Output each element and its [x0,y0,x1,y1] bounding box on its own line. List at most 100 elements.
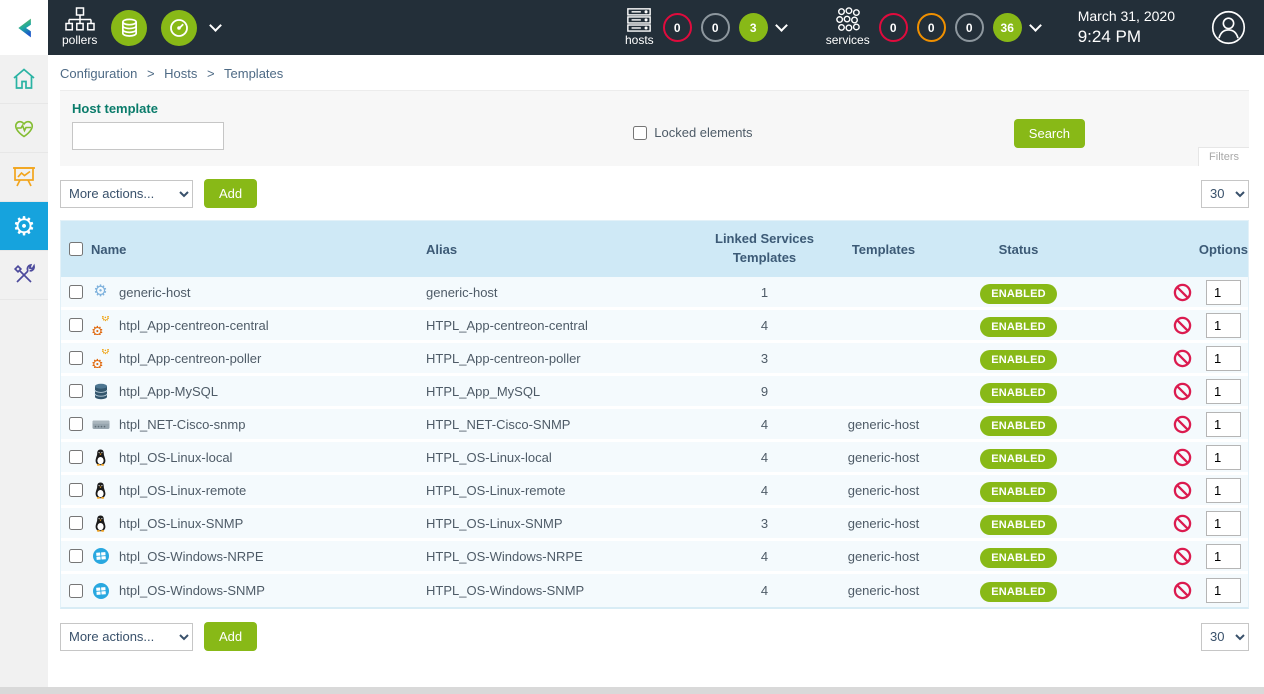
options-count-input[interactable] [1206,544,1241,569]
row-name-link[interactable]: htpl_OS-Linux-remote [119,483,246,498]
row-alias: HTPL_OS-Linux-remote [426,483,698,498]
more-actions-select[interactable]: More actions... [60,180,193,208]
latency-gauge-button[interactable] [161,10,197,46]
pollers-menu[interactable]: pollers [62,7,97,47]
host-template-label: Host template [72,101,372,116]
hosts-counter-badge[interactable]: 0 [663,13,692,42]
disable-icon[interactable] [1173,514,1192,533]
row-name-link[interactable]: htpl_NET-Cisco-snmp [119,417,245,432]
hosts-label: hosts [625,34,654,47]
disable-icon[interactable] [1173,382,1192,401]
disable-icon[interactable] [1173,415,1192,434]
breadcrumb-hosts[interactable]: Hosts [164,66,197,81]
disable-icon[interactable] [1173,349,1192,368]
services-chevron-down-icon[interactable] [1029,19,1042,32]
row-checkbox[interactable] [69,417,83,431]
disable-icon[interactable] [1173,547,1192,566]
column-header-status[interactable]: Status [936,238,1101,261]
gears-orange-icon: ⚙⚙ [91,349,110,368]
table-row: htpl_App-MySQLHTPL_App_MySQL9ENABLED [61,376,1248,409]
hosts-counter-badge[interactable]: 0 [701,13,730,42]
tools-icon [11,262,37,288]
options-count-input[interactable] [1206,511,1241,536]
select-all-checkbox[interactable] [69,242,83,256]
home-icon [11,66,37,92]
add-button-bottom[interactable]: Add [204,622,257,651]
row-name-link[interactable]: htpl_App-centreon-poller [119,351,261,366]
column-header-options[interactable]: Options [1101,238,1248,261]
sidebar-item-monitoring[interactable] [0,104,48,153]
hosts-chevron-down-icon[interactable] [775,19,788,32]
options-count-input[interactable] [1206,280,1241,305]
disable-icon[interactable] [1173,481,1192,500]
row-checkbox[interactable] [69,285,83,299]
services-counter-badge[interactable]: 0 [955,13,984,42]
row-name-link[interactable]: htpl_OS-Linux-SNMP [119,516,243,531]
status-badge: ENABLED [980,482,1057,502]
options-count-input[interactable] [1206,445,1241,470]
centreon-logo[interactable] [0,0,48,55]
row-checkbox[interactable] [69,351,83,365]
column-header-alias[interactable]: Alias [426,238,698,261]
options-count-input[interactable] [1206,578,1241,603]
add-button[interactable]: Add [204,179,257,208]
host-template-input[interactable] [72,122,224,150]
row-checkbox[interactable] [69,483,83,497]
search-group: Search [1014,119,1085,148]
row-checkbox[interactable] [69,584,83,598]
row-checkbox[interactable] [69,318,83,332]
sidebar-item-reporting[interactable] [0,153,48,202]
row-name-link[interactable]: htpl_App-MySQL [119,384,218,399]
sidebar-item-administration[interactable] [0,251,48,300]
row-name-link[interactable]: htpl_OS-Linux-local [119,450,232,465]
page-size-select[interactable]: 30 [1201,180,1249,208]
row-checkbox[interactable] [69,549,83,563]
disable-icon[interactable] [1173,316,1192,335]
hosts-menu[interactable]: hosts [625,7,654,47]
page-size-select-bottom[interactable]: 30 [1201,623,1249,651]
options-count-input[interactable] [1206,412,1241,437]
options-count-input[interactable] [1206,313,1241,338]
services-counter-badge[interactable]: 0 [917,13,946,42]
row-name-link[interactable]: htpl_OS-Windows-SNMP [119,583,265,598]
breadcrumb-templates[interactable]: Templates [224,66,283,81]
row-parent-template: generic-host [831,549,936,564]
row-name-link[interactable]: generic-host [119,285,191,300]
status-badge: ENABLED [980,449,1057,469]
row-checkbox[interactable] [69,384,83,398]
user-profile-button[interactable] [1211,10,1246,45]
hosts-counter-badge[interactable]: 3 [739,13,768,42]
pollers-chevron-down-icon[interactable] [209,19,222,32]
row-alias: HTPL_OS-Linux-local [426,450,698,465]
locked-elements-checkbox[interactable] [633,126,647,140]
filter-panel: Host template Locked elements Search Fil… [60,90,1249,166]
services-menu[interactable]: services [826,7,870,47]
services-counter-badge[interactable]: 36 [993,13,1022,42]
search-button[interactable]: Search [1014,119,1085,148]
options-count-input[interactable] [1206,346,1241,371]
disable-icon[interactable] [1173,448,1192,467]
table-row: htpl_OS-Windows-SNMPHTPL_OS-Windows-SNMP… [61,574,1248,607]
column-header-name[interactable]: Name [91,238,426,261]
disable-icon[interactable] [1173,283,1192,302]
filters-tab[interactable]: Filters [1198,147,1249,166]
database-icon [91,383,110,400]
row-alias: generic-host [426,285,698,300]
column-header-linked-services-templates[interactable]: Linked Services Templates [698,226,831,272]
options-count-input[interactable] [1206,478,1241,503]
more-actions-select-bottom[interactable]: More actions... [60,623,193,651]
breadcrumb-configuration[interactable]: Configuration [60,66,137,81]
row-checkbox[interactable] [69,516,83,530]
row-name-link[interactable]: htpl_App-centreon-central [119,318,269,333]
top-header-bar: pollers [0,0,1264,55]
database-status-button[interactable] [111,10,147,46]
breadcrumb-separator: > [207,66,215,81]
options-count-input[interactable] [1206,379,1241,404]
sidebar-item-home[interactable] [0,55,48,104]
sidebar-item-configuration[interactable]: ⚙ [0,202,48,251]
row-checkbox[interactable] [69,450,83,464]
services-counter-badge[interactable]: 0 [879,13,908,42]
row-name-link[interactable]: htpl_OS-Windows-NRPE [119,549,264,564]
disable-icon[interactable] [1173,581,1192,600]
column-header-templates[interactable]: Templates [831,238,936,261]
